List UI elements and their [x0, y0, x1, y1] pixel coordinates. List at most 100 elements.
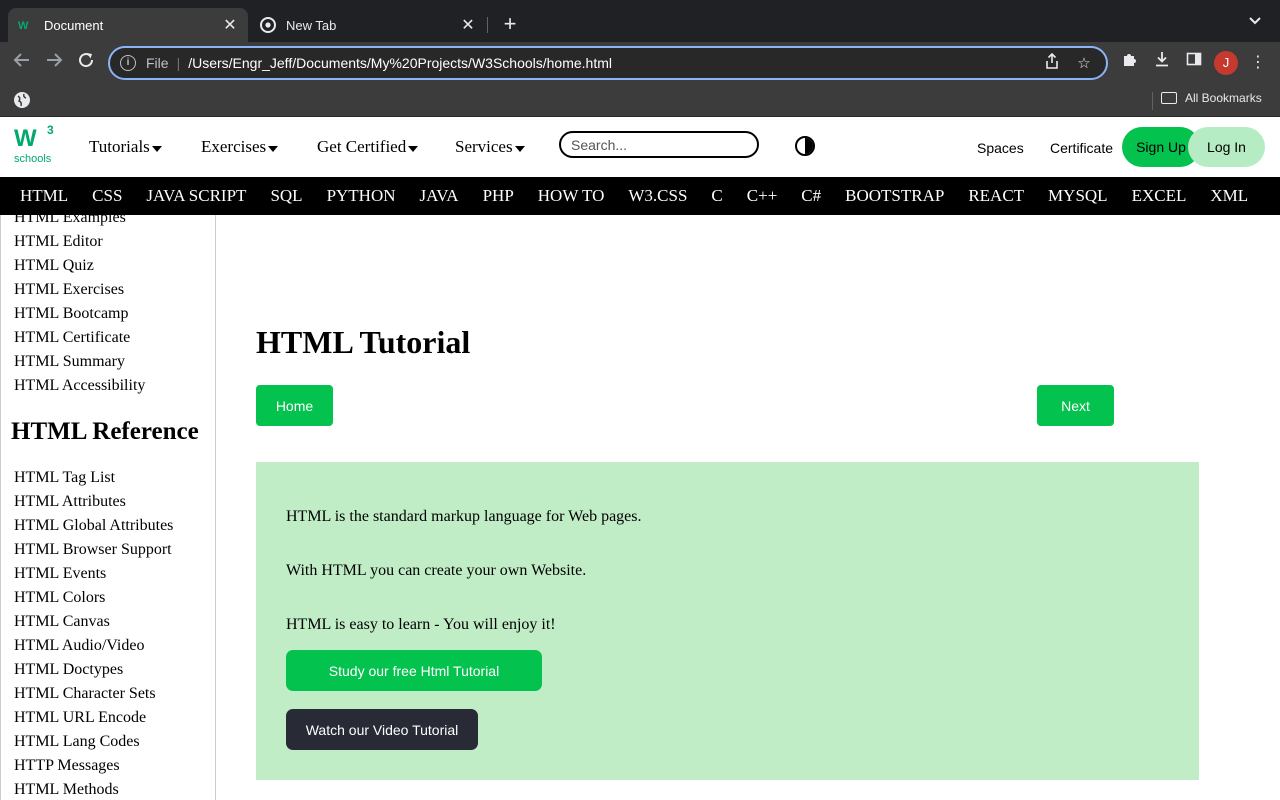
spaces-link[interactable]: Spaces	[977, 140, 1024, 156]
menu-label: Services	[455, 137, 513, 156]
topic-link-java-script[interactable]: JAVA SCRIPT	[146, 186, 246, 206]
download-icon[interactable]	[1150, 51, 1174, 75]
globe-icon[interactable]	[14, 92, 30, 108]
url-text[interactable]: /Users/Engr_Jeff/Documents/My%20Projects…	[188, 55, 1040, 71]
sidebar-link[interactable]: HTML Global Attributes	[14, 517, 173, 535]
browser-toolbar: i File | /Users/Engr_Jeff/Documents/My%2…	[0, 42, 1280, 84]
sidebar-link[interactable]: HTML Bootcamp	[14, 305, 129, 323]
sidebar: HTML Reference HTML Examples HTML Editor H…	[0, 215, 216, 800]
sidebar-link[interactable]: HTML Accessibility	[14, 377, 145, 395]
topic-link-python[interactable]: PYTHON	[327, 186, 396, 206]
page-title: HTML Tutorial	[256, 324, 471, 360]
tab-document[interactable]: W Document ✕	[8, 8, 248, 42]
more-menu-icon[interactable]: ⋮	[1246, 51, 1270, 75]
sidebar-link[interactable]: HTML Browser Support	[14, 541, 172, 559]
w3schools-favicon-icon: W	[18, 17, 34, 33]
menu-label: Tutorials	[89, 137, 150, 156]
caret-down-icon	[514, 145, 525, 152]
sidebar-link[interactable]: HTML Character Sets	[14, 685, 156, 703]
log-in-button[interactable]: Log In	[1188, 127, 1265, 167]
menu-exercises[interactable]: Exercises	[201, 137, 279, 157]
topic-link-csharp[interactable]: C#	[801, 186, 821, 206]
topic-link-cpp[interactable]: C++	[747, 186, 778, 206]
sidebar-link[interactable]: HTTP Messages	[14, 757, 120, 775]
tab-search-chevron-icon[interactable]	[1248, 14, 1262, 29]
sidebar-link[interactable]: HTML Quiz	[14, 257, 94, 275]
topic-link-w3-css[interactable]: W3.CSS	[628, 186, 687, 206]
sidebar-link[interactable]: HTML Certificate	[14, 329, 130, 347]
next-button[interactable]: Next	[1037, 385, 1114, 426]
sidebar-heading-html-reference: HTML Reference	[11, 418, 199, 445]
topic-link-react[interactable]: REACT	[968, 186, 1024, 206]
intro-line: HTML is easy to learn - You will enjoy i…	[286, 616, 556, 633]
study-tutorial-button[interactable]: Study our free Html Tutorial	[286, 650, 542, 691]
sidebar-link[interactable]: HTML Canvas	[14, 613, 110, 631]
topic-link-css[interactable]: CSS	[92, 186, 122, 206]
intro-panel: HTML is the standard markup language for…	[256, 462, 1199, 780]
site-info-icon[interactable]: i	[120, 55, 136, 71]
sidebar-link[interactable]: HTML Examples	[14, 215, 126, 227]
menu-tutorials[interactable]: Tutorials	[89, 137, 162, 157]
caret-down-icon	[151, 145, 162, 152]
chrome-icon	[260, 17, 276, 33]
sidebar-link[interactable]: HTML Lang Codes	[14, 733, 140, 751]
topic-link-mysql[interactable]: MYSQL	[1048, 186, 1108, 206]
menu-services[interactable]: Services	[455, 137, 525, 157]
sidebar-link[interactable]: HTML Editor	[14, 233, 103, 251]
topic-link-bootstrap[interactable]: BOOTSTRAP	[845, 186, 944, 206]
side-panel-icon[interactable]	[1182, 51, 1206, 75]
sidebar-link[interactable]: HTML URL Encode	[14, 709, 146, 727]
search-input[interactable]	[559, 131, 759, 158]
tab-new-tab[interactable]: New Tab ✕	[250, 8, 486, 42]
home-button[interactable]: Home	[256, 385, 333, 426]
folder-icon	[1161, 92, 1177, 104]
bookmark-star-icon[interactable]: ☆	[1072, 54, 1096, 72]
caret-down-icon	[268, 145, 279, 152]
sidebar-link[interactable]: HTML Methods	[14, 781, 119, 799]
topic-link-how-to[interactable]: HOW TO	[538, 186, 605, 206]
dark-mode-toggle-icon[interactable]	[795, 136, 815, 156]
back-arrow-icon[interactable]	[10, 51, 34, 75]
new-tab-plus-icon[interactable]: +	[498, 12, 522, 36]
profile-avatar[interactable]: J	[1214, 51, 1238, 75]
topic-link-java[interactable]: JAVA	[420, 186, 459, 206]
close-tab-icon[interactable]: ✕	[222, 15, 238, 35]
close-tab-icon[interactable]: ✕	[460, 15, 476, 35]
logo-superscript: 3	[47, 123, 54, 137]
topic-link-excel[interactable]: EXCEL	[1132, 186, 1187, 206]
video-tutorial-button[interactable]: Watch our Video Tutorial	[286, 709, 478, 750]
menu-label: Exercises	[201, 137, 267, 156]
topic-link-sql[interactable]: SQL	[270, 186, 302, 206]
share-icon[interactable]	[1040, 52, 1064, 73]
bookmarks-separator	[1152, 92, 1153, 110]
intro-line: HTML is the standard markup language for…	[286, 508, 642, 525]
caret-down-icon	[408, 145, 419, 152]
all-bookmarks-button[interactable]: All Bookmarks	[1161, 91, 1262, 105]
reload-icon[interactable]	[74, 51, 98, 75]
tab-title: Document	[44, 17, 104, 33]
sidebar-link[interactable]: HTML Doctypes	[14, 661, 123, 679]
svg-text:W: W	[18, 20, 29, 32]
sidebar-link[interactable]: HTML Tag List	[14, 469, 115, 487]
menu-label: Get Certified	[317, 137, 407, 156]
sidebar-link[interactable]: HTML Summary	[14, 353, 125, 371]
topic-link-xml[interactable]: XML	[1210, 186, 1248, 206]
tab-separator	[487, 17, 488, 33]
topic-link-c[interactable]: C	[711, 186, 722, 206]
sidebar-link[interactable]: HTML Colors	[14, 589, 105, 607]
address-bar[interactable]: i File | /Users/Engr_Jeff/Documents/My%2…	[108, 46, 1108, 80]
browser-tab-bar: W Document ✕ New Tab ✕ +	[0, 0, 1280, 42]
sidebar-link[interactable]: HTML Exercises	[14, 281, 124, 299]
extensions-puzzle-icon[interactable]	[1118, 51, 1142, 75]
intro-line: With HTML you can create your own Websit…	[286, 562, 587, 579]
sidebar-link[interactable]: HTML Audio/Video	[14, 637, 144, 655]
w3schools-logo[interactable]: W 3 schools	[14, 123, 58, 169]
sidebar-link[interactable]: HTML Attributes	[14, 493, 126, 511]
sidebar-link[interactable]: HTML Events	[14, 565, 106, 583]
menu-get-certified[interactable]: Get Certified	[317, 137, 419, 157]
topic-link-html[interactable]: HTML	[20, 186, 68, 206]
certificate-link[interactable]: Certificate	[1050, 140, 1113, 156]
topic-link-php[interactable]: PHP	[483, 186, 514, 206]
topic-navigation: HTML CSS JAVA SCRIPT SQL PYTHON JAVA PHP HOW TO…	[0, 177, 1280, 215]
forward-arrow-icon[interactable]	[42, 51, 66, 75]
